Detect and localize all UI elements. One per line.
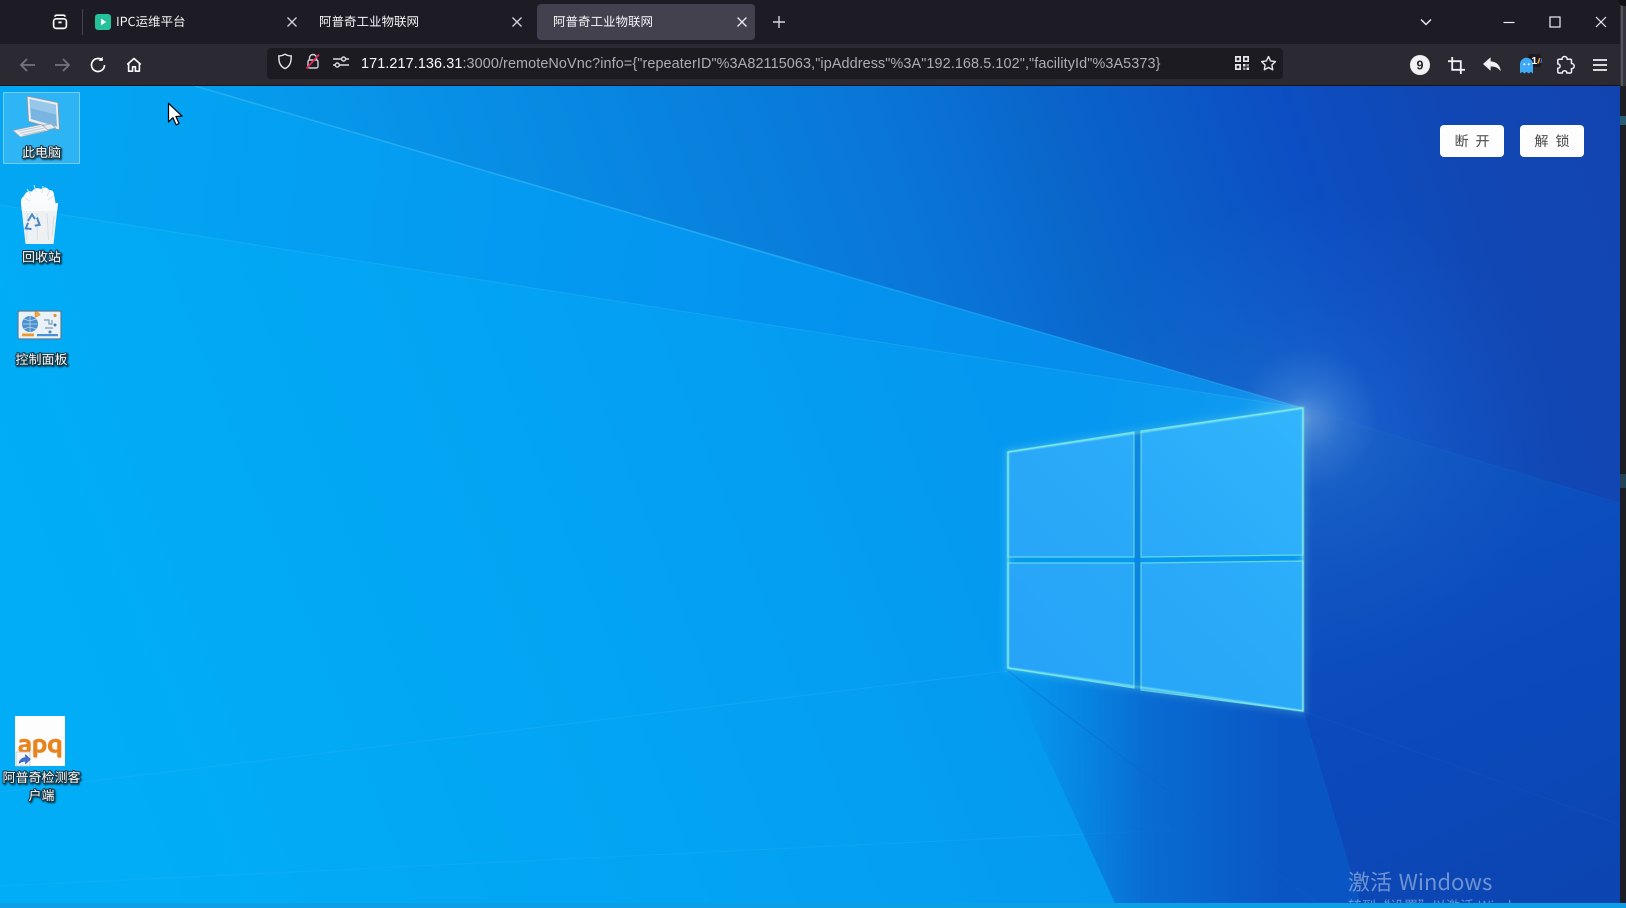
svg-text:9: 9 bbox=[1417, 59, 1424, 73]
svg-text:1: 1 bbox=[1531, 55, 1537, 67]
